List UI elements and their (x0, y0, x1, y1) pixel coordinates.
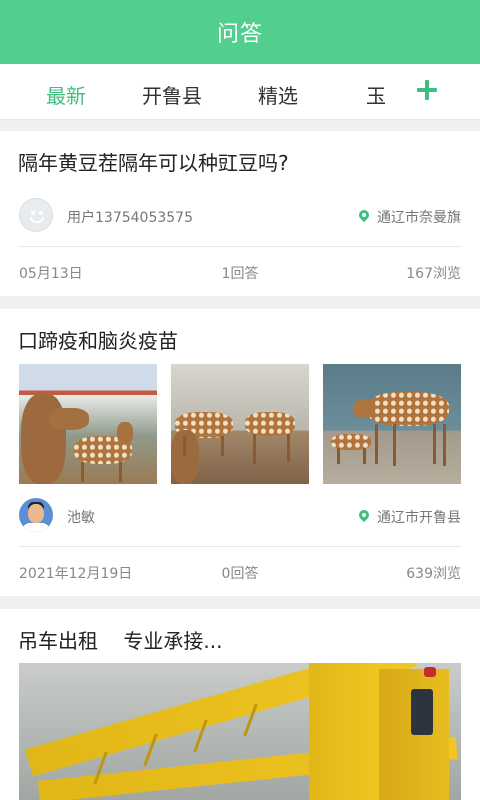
avatar (19, 498, 53, 532)
tab-yu[interactable]: 玉 (366, 80, 386, 109)
question-card[interactable]: 隔年黄豆茬隔年可以种豇豆吗? 用户13754053575 通辽市奈曼旗 05月1… (0, 131, 480, 296)
category-tabs: 最新 开鲁县 精选 玉 (0, 64, 480, 120)
page-title: 问答 (216, 22, 263, 47)
question-title[interactable]: 口蹄疫和脑炎疫苗 (18, 325, 178, 354)
location-text: 通辽市开鲁县 (377, 510, 461, 526)
question-image[interactable] (171, 364, 309, 484)
app-header: 问答 (0, 0, 480, 64)
question-card[interactable]: 口蹄疫和脑炎疫苗 池敏 通辽市开鲁县 2021年12月19日 0回答 639浏览 (0, 309, 480, 596)
question-image[interactable] (323, 364, 461, 484)
tab-kailu-county[interactable]: 开鲁县 (142, 80, 202, 109)
location-pin-icon (359, 210, 369, 224)
view-count: 167浏览 (406, 266, 461, 282)
avatar (19, 198, 53, 232)
location-pin-icon (359, 510, 369, 524)
question-card[interactable]: 吊车出租 专业承接... (0, 609, 480, 800)
location-text: 通辽市奈曼旗 (377, 210, 461, 226)
question-image[interactable] (19, 663, 461, 800)
tab-latest[interactable]: 最新 (46, 80, 86, 109)
username: 池敏 (67, 510, 95, 526)
question-title[interactable]: 吊车出租 专业承接... (18, 625, 223, 654)
location: 通辽市开鲁县 (359, 507, 461, 527)
plus-icon[interactable] (414, 78, 440, 104)
view-count: 639浏览 (406, 566, 461, 582)
username: 用户13754053575 (67, 210, 193, 226)
tab-featured[interactable]: 精选 (258, 80, 298, 109)
location: 通辽市奈曼旗 (359, 207, 461, 227)
question-title[interactable]: 隔年黄豆茬隔年可以种豇豆吗? (18, 147, 289, 176)
question-image[interactable] (19, 364, 157, 484)
divider (19, 246, 461, 247)
divider (19, 546, 461, 547)
